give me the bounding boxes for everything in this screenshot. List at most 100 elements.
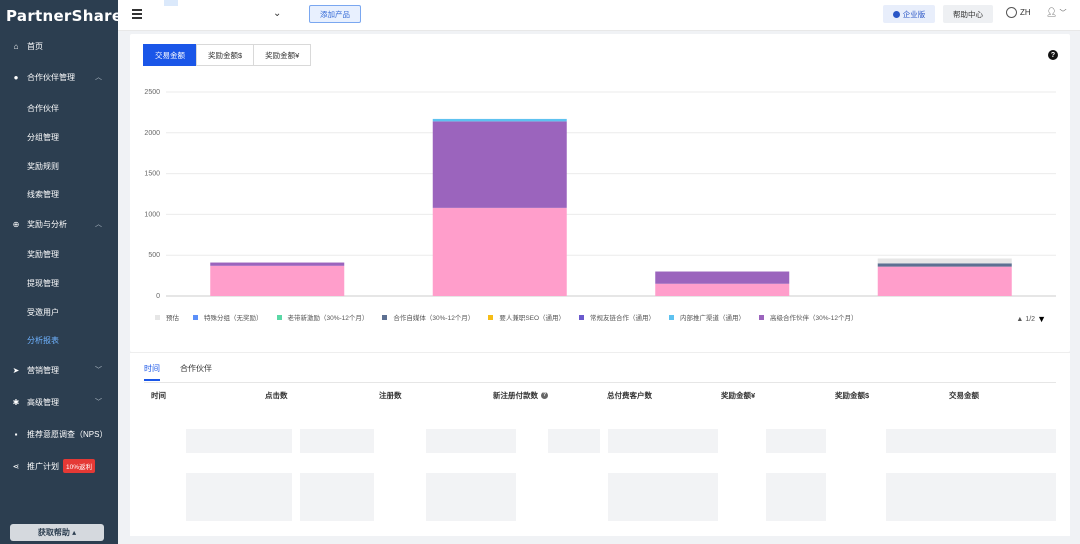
sidebar-item-analytics-report[interactable]: 分析报表 xyxy=(0,326,118,355)
legend-label: 预估 xyxy=(166,315,179,322)
bar-segment xyxy=(877,266,1012,296)
sidebar-item-nps[interactable]: ▪ 推荐意愿调查（NPS） xyxy=(0,419,118,449)
legend-swatch xyxy=(276,314,282,320)
sidebar-item-label: 高级管理 xyxy=(27,397,59,407)
tab-transaction-amount[interactable]: 交易金额 xyxy=(143,44,197,66)
sidebar-item-label: 合作伙伴管理 xyxy=(27,72,75,82)
legend-pager: ▲ 1/2 ▼ xyxy=(1016,314,1046,324)
info-icon[interactable]: ? xyxy=(541,391,548,399)
legend-swatch xyxy=(155,314,160,320)
legend-swatch xyxy=(579,314,585,320)
bar-segment xyxy=(210,265,345,296)
loading-skeleton xyxy=(886,473,1056,521)
legend-label: 高级合作伙伴（30%-12个月） xyxy=(770,315,858,322)
sidebar-item-reward-management[interactable]: 奖励管理 xyxy=(0,240,118,269)
chat-icon: ▪ xyxy=(14,429,18,439)
sidebar-item-partner-management[interactable]: ● 合作伙伴管理 ︿ xyxy=(0,62,118,92)
tabs-divider xyxy=(144,382,1056,383)
rebate-badge: 10%返利 xyxy=(63,459,96,473)
sidebar-item-advanced[interactable]: ✱ 高级管理 ﹀ xyxy=(0,387,118,417)
chevron-down-icon[interactable]: ⌄ xyxy=(273,8,281,19)
legend-swatch xyxy=(669,314,675,320)
y-tick-label: 2000 xyxy=(144,130,160,137)
sidebar-item-withdrawals[interactable]: 提现管理 xyxy=(0,269,118,298)
sidebar-item-leads[interactable]: 线索管理 xyxy=(0,180,118,209)
sidebar-item-label: 营销管理 xyxy=(27,365,59,375)
loading-skeleton xyxy=(766,429,826,453)
tab-by-time[interactable]: 时间 xyxy=(144,363,160,381)
user-icon: 👤︎ xyxy=(1046,7,1058,17)
enterprise-badge[interactable]: 企业版 xyxy=(883,5,935,23)
chevron-down-icon: ﹀ xyxy=(95,367,102,374)
tab-reward-cny[interactable]: 奖励金额¥ xyxy=(253,44,312,66)
legend-swatch xyxy=(193,314,198,320)
help-center-button[interactable]: 帮助中心 xyxy=(943,5,993,23)
column-header[interactable]: 交易金额 xyxy=(942,390,1056,401)
legend-label: 特殊分组（无奖励） xyxy=(204,315,263,322)
column-header[interactable]: 注册数 xyxy=(372,390,486,401)
y-tick-label: 0 xyxy=(156,293,160,300)
plus-circle-icon: ⊕ xyxy=(12,219,20,229)
legend-item[interactable]: 老带新激励（30%-12个月） xyxy=(276,312,368,322)
breakdown-tabs: 时间 合作伙伴 xyxy=(144,363,232,381)
legend-swatch xyxy=(759,314,765,320)
legend-item[interactable]: 高级合作伙伴（30%-12个月） xyxy=(759,312,857,322)
bar-segment xyxy=(432,118,567,122)
legend-label: 要人兼职SEO（通用） xyxy=(499,315,566,322)
user-menu[interactable]: 👤︎ ﹀ xyxy=(1046,7,1066,18)
column-header[interactable]: 奖励金额¥ xyxy=(714,390,828,401)
sidebar-item-invited-users[interactable]: 受邀用户 xyxy=(0,298,118,327)
loading-skeleton xyxy=(426,473,516,521)
legend-item[interactable]: 内部推广渠道（通用） xyxy=(669,312,745,322)
add-product-button[interactable]: 添加产品 xyxy=(309,5,361,23)
enterprise-label: 企业版 xyxy=(902,9,926,19)
bar-segment xyxy=(655,283,790,296)
loading-skeleton xyxy=(886,429,1056,453)
loading-skeleton xyxy=(766,473,826,521)
column-header[interactable]: 新注册付款数? xyxy=(486,390,600,401)
legend-item[interactable]: 要人兼职SEO（通用） xyxy=(488,312,565,322)
table-header: 时间 点击数 注册数 新注册付款数? 总付费客户数 奖励金额¥ 奖励金额$ 交易… xyxy=(144,385,1056,405)
language-switcher[interactable]: ZH xyxy=(1006,7,1031,18)
legend-item[interactable]: 预估 xyxy=(155,312,179,322)
sidebar-item-marketing[interactable]: ➤ 营销管理 ﹀ xyxy=(0,355,118,385)
language-label: ZH xyxy=(1020,8,1031,17)
sidebar-item-rewards-analytics[interactable]: ⊕ 奖励与分析 ︿ xyxy=(0,209,118,239)
legend-item[interactable]: 常规友链合作（通用） xyxy=(579,312,655,322)
bar-segment xyxy=(877,263,1012,267)
sidebar-item-home[interactable]: ⌂ 首页 xyxy=(0,31,118,61)
chevron-down-icon: ﹀ xyxy=(1059,10,1067,17)
paper-plane-icon: ➤ xyxy=(12,365,20,375)
column-header[interactable]: 总付费客户数 xyxy=(600,390,714,401)
sidebar-item-groups[interactable]: 分组管理 xyxy=(0,123,118,152)
loading-skeleton xyxy=(426,429,516,453)
sidebar-item-reward-rules[interactable]: 奖励规则 xyxy=(0,152,118,181)
chart-legend: 预估 特殊分组（无奖励） 老带新激励（30%-12个月） 合作自媒体（30%-12个月… xyxy=(155,312,871,322)
legend-swatch xyxy=(382,314,388,320)
column-header[interactable]: 时间 xyxy=(144,390,258,401)
legend-item[interactable]: 特殊分组（无奖励） xyxy=(193,312,263,322)
legend-next-icon[interactable]: ▼ xyxy=(1037,314,1046,324)
tab-by-partner[interactable]: 合作伙伴 xyxy=(180,363,212,381)
globe-icon xyxy=(1006,7,1017,18)
tab-reward-usd[interactable]: 奖励金额$ xyxy=(196,44,255,66)
help-question-icon[interactable]: ? xyxy=(1048,50,1058,60)
menu-toggle-icon[interactable] xyxy=(132,9,142,19)
sidebar-item-label: 首页 xyxy=(27,41,43,51)
user-icon: ● xyxy=(13,72,19,82)
legend-swatch xyxy=(488,314,494,320)
gear-icon: ✱ xyxy=(12,397,20,407)
sidebar-item-promotion-plan[interactable]: ⋖ 推广计划 10%返利 xyxy=(0,451,118,481)
stacked-bar-chart: 0 500 1000 1500 2000 2500 xyxy=(144,89,1056,300)
share-icon: ⋖ xyxy=(12,461,20,471)
column-header[interactable]: 点击数 xyxy=(258,390,372,401)
legend-prev-icon[interactable]: ▲ xyxy=(1016,316,1023,323)
bar-segment xyxy=(877,258,1012,264)
sidebar-item-partners[interactable]: 合作伙伴 xyxy=(0,94,118,123)
loading-skeleton xyxy=(186,429,292,453)
legend-label: 内部推广渠道（通用） xyxy=(680,315,746,322)
column-header[interactable]: 奖励金额$ xyxy=(828,390,942,401)
get-help-button[interactable]: 获取帮助 ▴ xyxy=(10,524,104,541)
legend-item[interactable]: 合作自媒体（30%-12个月） xyxy=(382,312,474,322)
sidebar: PartnerShare ⌂ 首页 ● 合作伙伴管理 ︿ 合作伙伴 分组管理 奖… xyxy=(0,0,122,544)
